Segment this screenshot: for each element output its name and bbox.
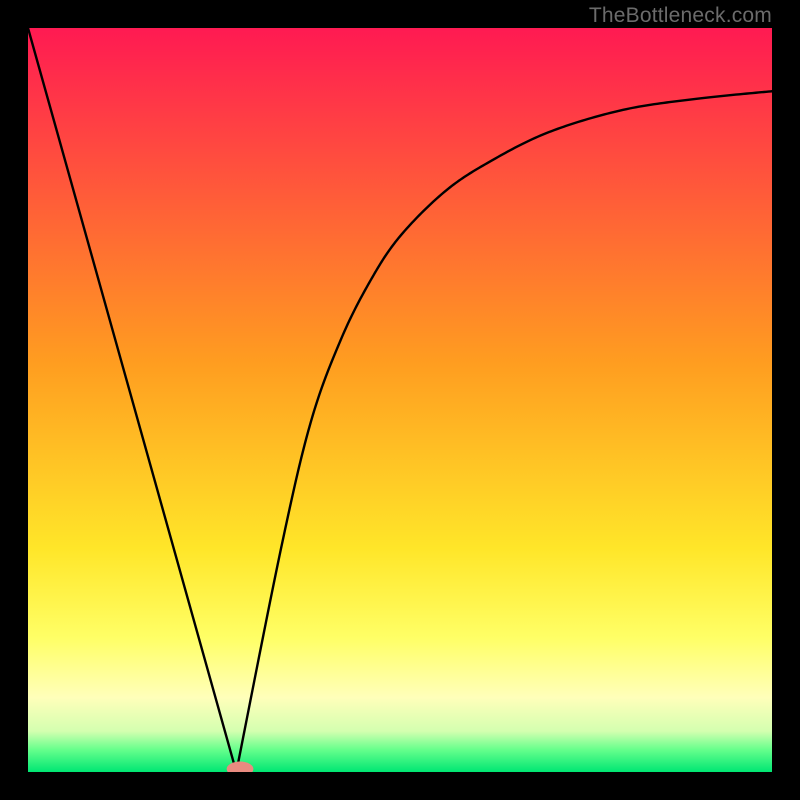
chart-svg <box>28 28 772 772</box>
chart-frame <box>28 28 772 772</box>
chart-background <box>28 28 772 772</box>
watermark-text: TheBottleneck.com <box>589 4 772 28</box>
